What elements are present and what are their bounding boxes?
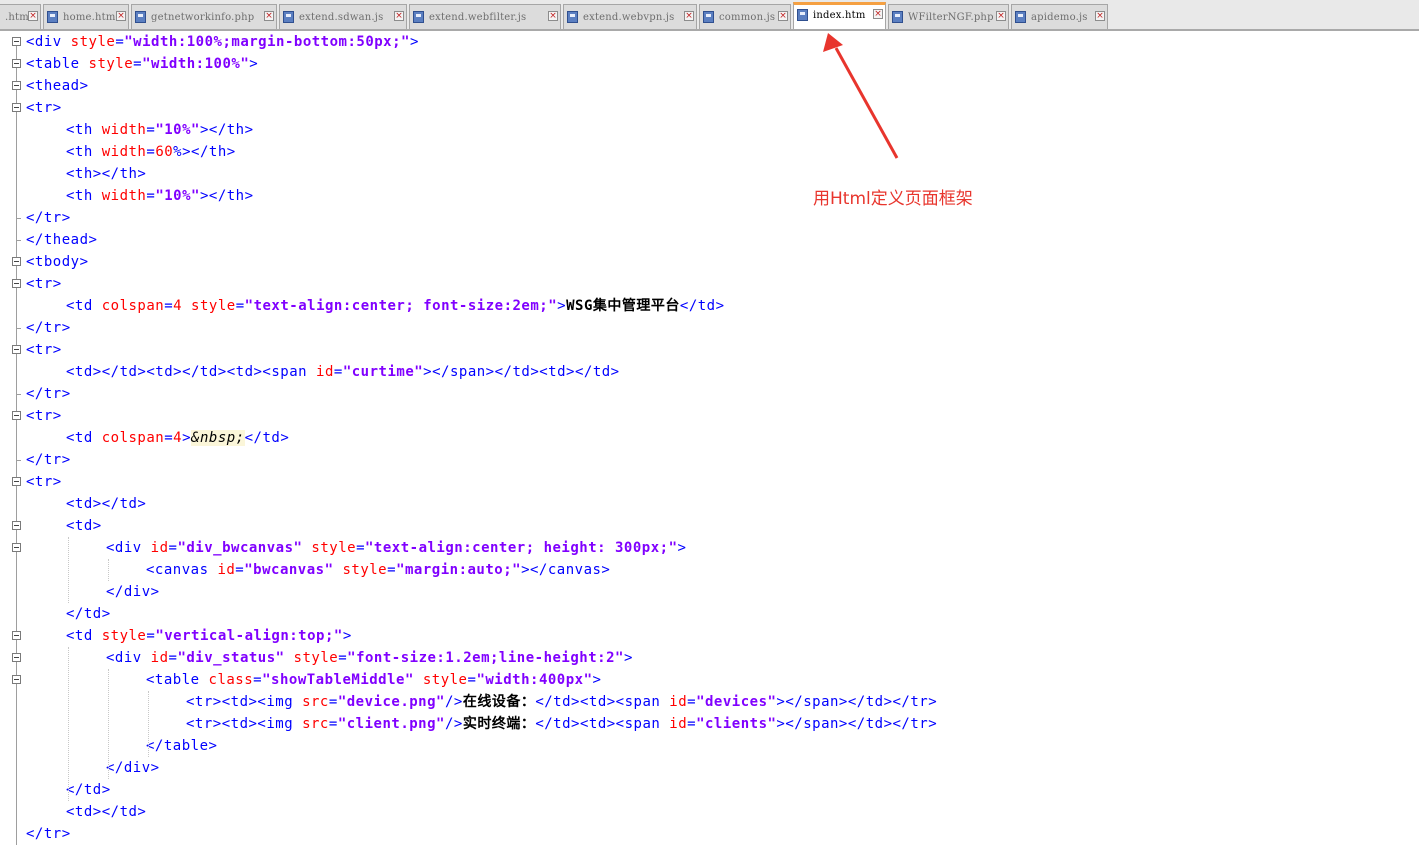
annotation-label: 用Html定义页面框架 <box>813 189 973 209</box>
annotation-arrow <box>823 33 899 159</box>
